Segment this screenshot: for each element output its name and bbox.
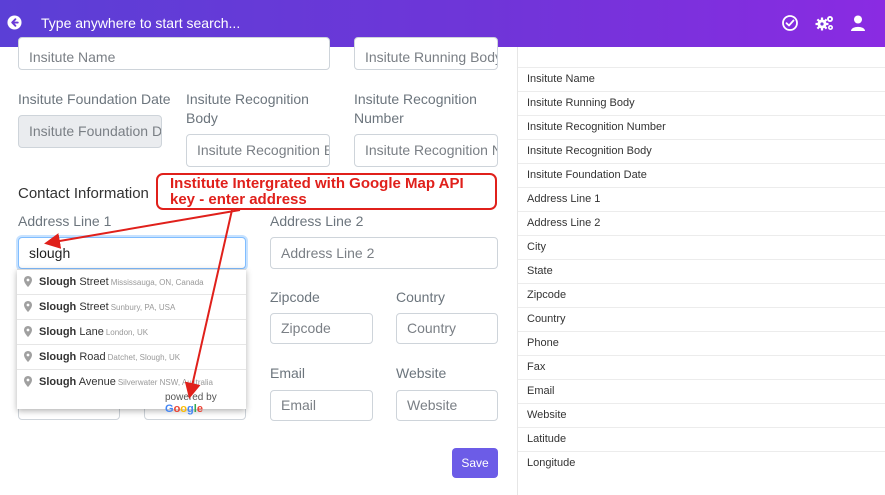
address-line-1-label: Address Line 1 bbox=[18, 213, 112, 229]
suggestion-secondary-text: Silverwater NSW, Australia bbox=[117, 378, 213, 387]
user-icon[interactable] bbox=[849, 14, 867, 32]
field-list-item[interactable]: Phone bbox=[518, 331, 885, 355]
website-field[interactable]: Website bbox=[396, 390, 498, 421]
suggestion-main-text: Slough bbox=[39, 276, 77, 288]
institute-name-field[interactable]: Insitute Name bbox=[18, 37, 330, 70]
suggestion-main-text: Slough bbox=[39, 351, 77, 363]
recognition-body-label: Insitute Recognition Body bbox=[186, 91, 309, 126]
save-button[interactable]: Save bbox=[452, 448, 498, 478]
address-line-2-label: Address Line 2 bbox=[270, 213, 364, 229]
field-list-item[interactable]: Insitute Recognition Body bbox=[518, 139, 885, 163]
map-pin-icon bbox=[24, 376, 32, 387]
field-list-item[interactable]: Insitute Running Body bbox=[518, 91, 885, 115]
suggestion-main-text: Slough bbox=[39, 376, 77, 388]
field-list-item[interactable]: Insitute Foundation Date bbox=[518, 163, 885, 187]
map-pin-icon bbox=[24, 351, 32, 362]
annotation-line-2: key - enter address bbox=[170, 191, 307, 208]
field-list-item[interactable]: Longitude bbox=[518, 451, 885, 475]
suggestion-main-text: Slough bbox=[39, 301, 77, 313]
back-icon[interactable] bbox=[7, 15, 22, 30]
annotation-callout: Institute Intergrated with Google Map AP… bbox=[156, 173, 497, 210]
recognition-body-field[interactable]: Insitute Recognition Body bbox=[186, 134, 330, 167]
suggestion-item[interactable]: Slough Street Sunbury, PA, USA bbox=[17, 295, 246, 320]
institute-form: Insitute Name Insitute Running Body Insi… bbox=[0, 37, 517, 495]
map-pin-icon bbox=[24, 301, 32, 312]
field-list-item[interactable]: Fax bbox=[518, 355, 885, 379]
map-pin-icon bbox=[24, 326, 32, 337]
suggestion-item[interactable]: Slough Lane London, UK bbox=[17, 320, 246, 345]
field-list-item[interactable]: Address Line 2 bbox=[518, 211, 885, 235]
field-list-item[interactable]: Address Line 1 bbox=[518, 187, 885, 211]
address-suggestions-dropdown: Slough Street Mississauga, ON, Canada Slo… bbox=[17, 269, 246, 415]
suggestion-item[interactable]: Slough Road Datchet, Slough, UK bbox=[17, 345, 246, 370]
field-list-item[interactable]: Insitute Recognition Number bbox=[518, 115, 885, 139]
field-list-item[interactable]: Zipcode bbox=[518, 283, 885, 307]
suggestion-secondary-text: Sunbury, PA, USA bbox=[110, 303, 176, 312]
suggestion-secondary-text: London, UK bbox=[105, 328, 149, 337]
field-list-panel: Insitute Name Insitute Running Body Insi… bbox=[517, 47, 885, 495]
field-list-item[interactable]: Insitute Name bbox=[518, 67, 885, 91]
suggestion-rest-text: Road bbox=[76, 351, 106, 363]
annotation-text: Institute Intergrated with Google Map AP… bbox=[170, 176, 464, 208]
zipcode-field[interactable]: Zipcode bbox=[270, 313, 373, 344]
foundation-date-field[interactable]: Insitute Foundation Date bbox=[18, 115, 162, 148]
institute-running-body-field[interactable]: Insitute Running Body bbox=[354, 37, 498, 70]
suggestion-rest-text: Avenue bbox=[76, 376, 116, 388]
suggestion-item[interactable]: Slough Street Mississauga, ON, Canada bbox=[17, 270, 246, 295]
field-list-item[interactable]: Website bbox=[518, 403, 885, 427]
suggestion-rest-text: Street bbox=[76, 276, 109, 288]
contact-information-title: Contact Information bbox=[18, 185, 149, 202]
field-list-item[interactable]: State bbox=[518, 259, 885, 283]
suggestion-secondary-text: Datchet, Slough, UK bbox=[107, 353, 181, 362]
recognition-number-field[interactable]: Insitute Recognition Number bbox=[354, 134, 498, 167]
email-label: Email bbox=[270, 365, 306, 381]
field-list-item[interactable]: Latitude bbox=[518, 427, 885, 451]
address-line-1-input[interactable]: slough bbox=[18, 237, 246, 269]
country-field[interactable]: Country bbox=[396, 313, 498, 344]
annotation-line-1: Institute Intergrated with Google Map AP… bbox=[170, 175, 464, 192]
email-field[interactable]: Email bbox=[270, 390, 373, 421]
recognition-number-label: Insitute Recognition Number bbox=[354, 91, 477, 126]
zipcode-label: Zipcode bbox=[270, 289, 320, 305]
foundation-date-label: Insitute Foundation Date bbox=[18, 91, 171, 107]
google-logo: Google bbox=[165, 403, 203, 415]
field-list-item[interactable]: City bbox=[518, 235, 885, 259]
powered-by-google: powered by Google bbox=[165, 392, 246, 415]
powered-by-prefix: powered by bbox=[165, 392, 217, 403]
field-list-item[interactable]: Country bbox=[518, 307, 885, 331]
country-label: Country bbox=[396, 289, 446, 305]
suggestion-main-text: Slough bbox=[39, 326, 77, 338]
map-pin-icon bbox=[24, 276, 32, 287]
suggestion-secondary-text: Mississauga, ON, Canada bbox=[110, 278, 204, 287]
check-circle-icon[interactable] bbox=[781, 14, 799, 32]
website-label: Website bbox=[396, 365, 447, 381]
address-line-2-input[interactable]: Address Line 2 bbox=[270, 237, 498, 269]
suggestion-rest-text: Lane bbox=[76, 326, 104, 338]
suggestion-rest-text: Street bbox=[76, 301, 109, 313]
global-search-input[interactable]: Type anywhere to start search... bbox=[41, 15, 240, 31]
gears-icon[interactable] bbox=[815, 14, 835, 32]
field-list-item[interactable]: Email bbox=[518, 379, 885, 403]
